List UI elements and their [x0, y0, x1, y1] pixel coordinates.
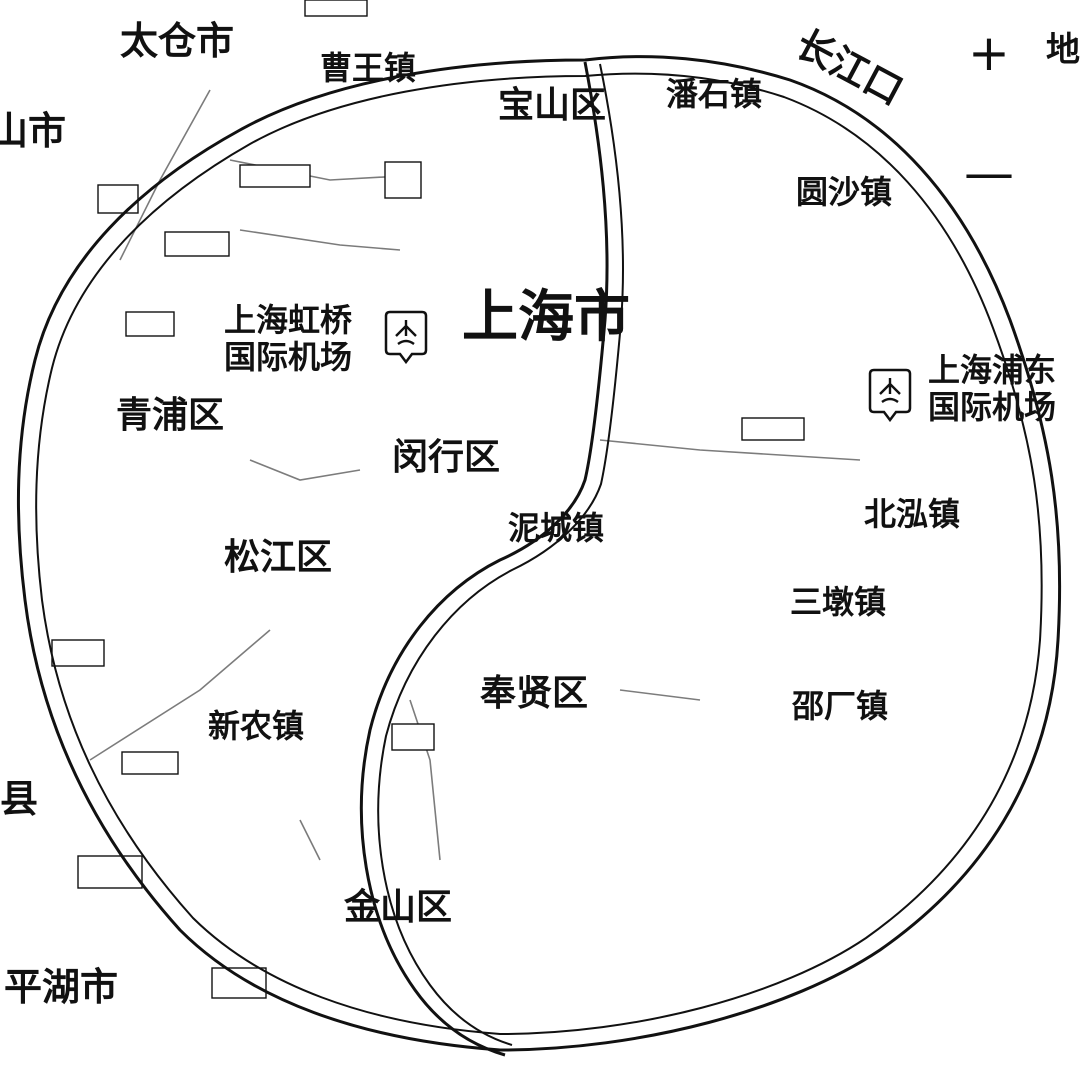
town-label-nicheng[interactable]: 泥城镇	[508, 512, 604, 544]
zoom-out-button[interactable]: —	[962, 146, 1016, 200]
town-label-caowang[interactable]: 曹王镇	[320, 52, 416, 84]
district-label-baoshan[interactable]: 宝山区	[498, 88, 606, 124]
city-label-county[interactable]: 县	[0, 780, 38, 818]
minus-icon: —	[964, 144, 1014, 202]
city-label-pinghu[interactable]: 平湖市	[4, 968, 118, 1006]
town-label-xinnong[interactable]: 新农镇	[208, 710, 304, 742]
town-label-luodian[interactable]: 潘石镇	[666, 78, 762, 110]
outer-route-loop	[16, 55, 1062, 1052]
road-shields	[51, 0, 805, 999]
town-label-yuansha[interactable]: 圆沙镇	[796, 176, 892, 208]
region-title: 上海市	[462, 285, 630, 350]
airport-label-hongqiao[interactable]: 上海虹桥 国际机场	[224, 302, 352, 376]
plus-icon: +	[968, 24, 1010, 82]
district-label-minhang[interactable]: 闵行区	[392, 440, 500, 476]
district-label-fengxian[interactable]: 奉贤区	[480, 676, 588, 712]
town-label-sandun[interactable]: 三墩镇	[790, 586, 886, 618]
airport-icon[interactable]	[868, 368, 912, 423]
city-label-kunshan[interactable]: 山市	[0, 112, 66, 150]
zoom-in-button[interactable]: +	[962, 26, 1016, 80]
city-label-taicang[interactable]: 太仓市	[120, 22, 234, 60]
airport-label-pudong[interactable]: 上海浦东 国际机场	[928, 352, 1056, 426]
map-canvas[interactable]: 上海市 太仓市 山市 平湖市 县 宝山区 青浦区 闵行区 松江区 奉贤区 金山区…	[0, 0, 1080, 1079]
map-layer-toggle[interactable]: 地	[1046, 22, 1080, 71]
district-label-qingpu[interactable]: 青浦区	[116, 398, 224, 434]
town-label-shaochang[interactable]: 邵厂镇	[792, 690, 888, 722]
district-label-jinshan[interactable]: 金山区	[344, 890, 452, 926]
town-label-beihong[interactable]: 北泓镇	[864, 498, 960, 530]
district-label-songjiang[interactable]: 松江区	[224, 540, 332, 576]
airport-icon[interactable]	[384, 310, 428, 365]
